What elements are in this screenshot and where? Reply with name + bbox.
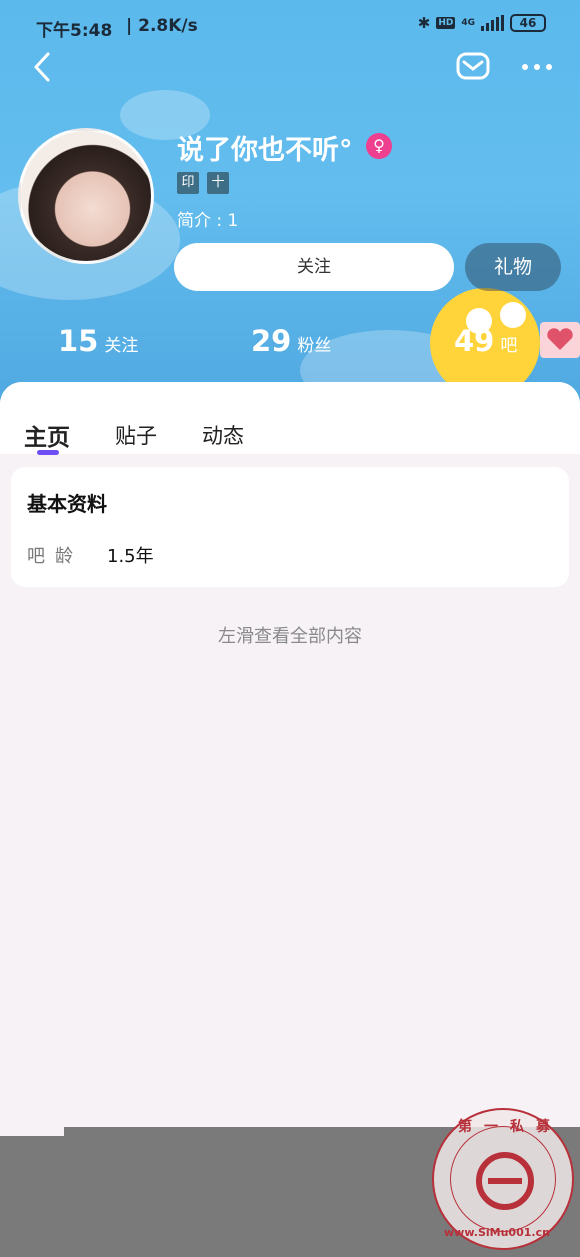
stat-value: 49 (454, 324, 495, 358)
status-speed: | 2.8K/s (126, 16, 198, 36)
female-icon: ♀ (366, 133, 392, 159)
bluetooth-icon: ✱ (417, 14, 431, 32)
watermark-top-text: 第一私募 (458, 1119, 562, 1135)
stat-bars[interactable]: 49 吧 (454, 324, 517, 358)
bar-age-value: 1.5年 (107, 546, 154, 567)
signal-icon (481, 15, 504, 31)
bio-text: 简介 : 1 (177, 211, 239, 231)
stat-label: 关注 (104, 336, 139, 356)
mail-icon[interactable] (456, 52, 490, 80)
profile-header: 下午5:48 | 2.8K/s ✱ HD 4G 46 说了你也不听° ♀ 印 十… (0, 0, 580, 420)
basic-info-title: 基本资料 (27, 492, 107, 516)
stat-followers[interactable]: 29 粉丝 (251, 324, 331, 358)
stat-following[interactable]: 15 关注 (58, 324, 138, 358)
username: 说了你也不听° (177, 135, 353, 166)
tag-badge[interactable]: 十 (207, 172, 229, 194)
watermark-seal: 第一私募 www.SiMu001.cn (432, 1108, 574, 1250)
content-area: 主页 贴子 动态 基本资料 吧龄 1.5年 左滑查看全部内容 (0, 382, 580, 1142)
tab-activity[interactable]: 动态 (202, 420, 244, 450)
heart-card-icon (540, 322, 580, 358)
swipe-hint: 左滑查看全部内容 (218, 626, 362, 647)
stat-value: 29 (251, 324, 292, 358)
tab-home[interactable]: 主页 (24, 418, 70, 452)
battery-icon: 46 (510, 14, 546, 32)
stat-value: 15 (58, 324, 99, 358)
watermark-bottom-text: www.SiMu001.cn (444, 1226, 550, 1239)
stat-label: 粉丝 (297, 336, 332, 356)
tag-badge[interactable]: 印 (177, 172, 199, 194)
network-label: 4G (461, 18, 475, 28)
more-icon[interactable] (520, 60, 554, 74)
status-time: 下午5:48 (36, 21, 113, 41)
follow-button[interactable]: 关注 (174, 243, 454, 291)
tab-bar: 主页 贴子 动态 (0, 382, 580, 455)
avatar[interactable] (18, 128, 154, 264)
stat-label: 吧 (500, 336, 518, 356)
tab-indicator (37, 450, 59, 455)
hd-icon: HD (436, 17, 456, 29)
gift-button[interactable]: 礼物 (465, 243, 561, 291)
basic-info-card: 基本资料 吧龄 1.5年 (11, 467, 569, 587)
bar-age-label: 吧龄 (27, 546, 83, 567)
tab-posts[interactable]: 贴子 (115, 420, 157, 450)
back-icon[interactable] (28, 50, 58, 84)
watermark-logo-icon (476, 1152, 534, 1210)
status-bar: 下午5:48 | 2.8K/s ✱ HD 4G 46 (0, 0, 580, 54)
status-icons: ✱ HD 4G 46 (418, 14, 546, 32)
